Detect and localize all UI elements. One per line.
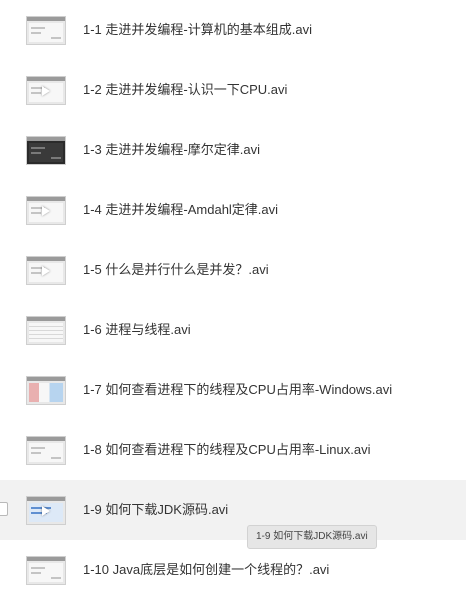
- file-name: 1-2 走进并发编程-认识一下CPU.avi: [83, 82, 288, 97]
- video-thumbnail-icon: [26, 196, 66, 225]
- file-row[interactable]: 1-2 走进并发编程-认识一下CPU.avi: [0, 60, 466, 120]
- file-row[interactable]: 1-7 如何查看进程下的线程及CPU占用率-Windows.avi: [0, 360, 466, 420]
- video-thumbnail-icon: [26, 16, 66, 45]
- video-thumbnail-icon: [26, 316, 66, 345]
- filename-tooltip: 1-9 如何下载JDK源码.avi: [247, 525, 377, 549]
- video-thumbnail-icon: [26, 436, 66, 465]
- file-row[interactable]: 1-8 如何查看进程下的线程及CPU占用率-Linux.avi: [0, 420, 466, 480]
- file-name: 1-5 什么是并行什么是并发？.avi: [83, 262, 269, 277]
- file-row[interactable]: 1-5 什么是并行什么是并发？.avi: [0, 240, 466, 300]
- play-icon: [42, 206, 50, 216]
- file-row[interactable]: 1-6 进程与线程.avi: [0, 300, 466, 360]
- file-row-hovered[interactable]: 1-9 如何下载JDK源码.avi: [0, 480, 466, 540]
- video-thumbnail-icon: [26, 76, 66, 105]
- file-row[interactable]: 1-3 走进并发编程-摩尔定律.avi: [0, 120, 466, 180]
- file-name: 1-7 如何查看进程下的线程及CPU占用率-Windows.avi: [83, 382, 393, 397]
- file-name: 1-6 进程与线程.avi: [83, 322, 191, 337]
- video-thumbnail-icon: [26, 376, 66, 405]
- play-icon: [42, 266, 50, 276]
- video-thumbnail-icon: [26, 496, 66, 525]
- file-name: 1-3 走进并发编程-摩尔定律.avi: [83, 142, 260, 157]
- video-thumbnail-icon: [26, 256, 66, 285]
- select-checkbox[interactable]: [0, 502, 8, 516]
- file-name: 1-10 Java底层是如何创建一个线程的？.avi: [83, 562, 330, 577]
- file-list: 1-1 走进并发编程-计算机的基本组成.avi 1-2 走进并发编程-认识一下C…: [0, 0, 466, 595]
- play-icon: [42, 506, 50, 516]
- file-row[interactable]: 1-10 Java底层是如何创建一个线程的？.avi: [0, 540, 466, 595]
- file-row[interactable]: 1-4 走进并发编程-Amdahl定律.avi: [0, 180, 466, 240]
- file-name: 1-4 走进并发编程-Amdahl定律.avi: [83, 202, 279, 217]
- file-row[interactable]: 1-1 走进并发编程-计算机的基本组成.avi: [0, 0, 466, 60]
- file-name: 1-8 如何查看进程下的线程及CPU占用率-Linux.avi: [83, 442, 371, 457]
- file-name: 1-9 如何下载JDK源码.avi: [83, 502, 229, 517]
- video-thumbnail-icon: [26, 556, 66, 585]
- play-icon: [42, 86, 50, 96]
- file-name: 1-1 走进并发编程-计算机的基本组成.avi: [83, 22, 312, 37]
- video-thumbnail-icon: [26, 136, 66, 165]
